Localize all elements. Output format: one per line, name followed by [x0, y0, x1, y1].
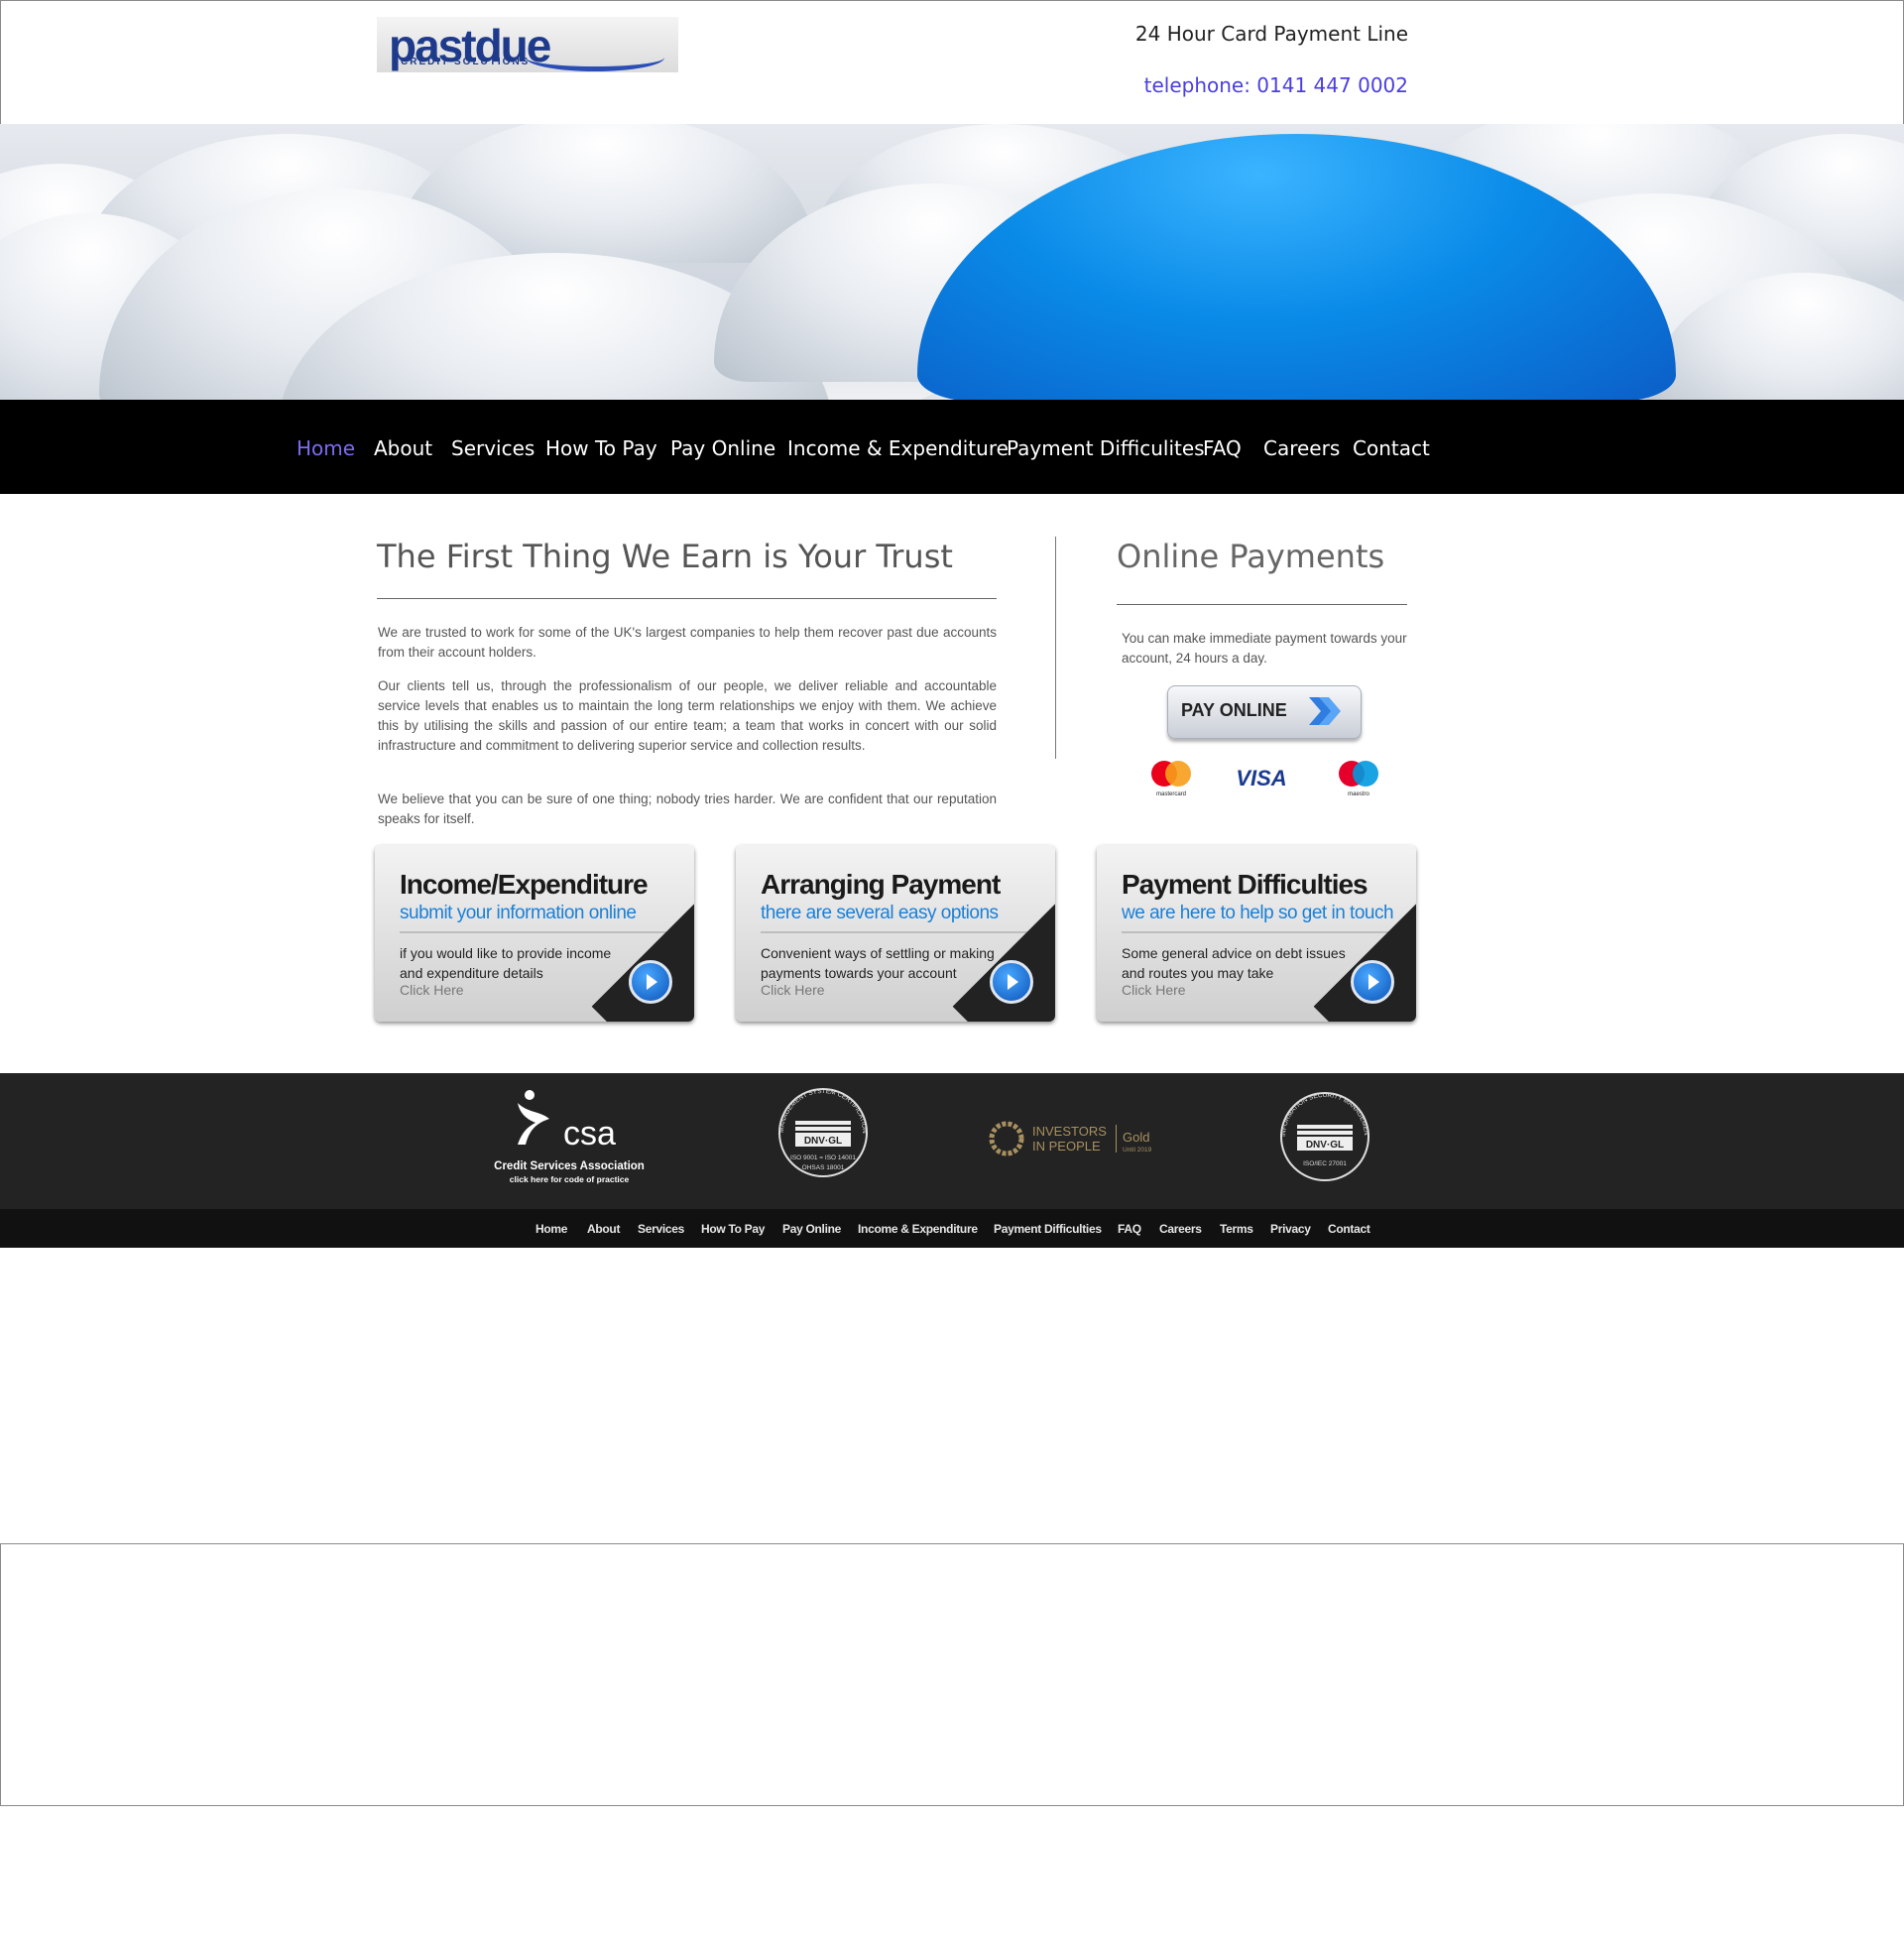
footer-link-how-to-pay[interactable]: How To Pay	[701, 1222, 765, 1236]
iip-line2: IN PEOPLE	[1032, 1139, 1101, 1154]
promo-title: Arranging Payment	[761, 869, 1001, 900]
nav-about[interactable]: About	[374, 436, 432, 460]
nav-services[interactable]: Services	[451, 436, 535, 460]
footer-link-payment-difficulties[interactable]: Payment Difficulties	[994, 1222, 1102, 1236]
nav-how-to-pay[interactable]: How To Pay	[545, 436, 657, 460]
promo-click-here[interactable]: Click Here	[400, 982, 464, 998]
promo-body: Convenient ways of settling or making pa…	[761, 945, 995, 981]
promo-arranging-payment[interactable]: Arranging Payment there are several easy…	[736, 845, 1055, 1022]
dnv-gl-wordmark: DNV·GL	[1306, 1140, 1344, 1151]
main-nav: Home About Services How To Pay Pay Onlin…	[0, 400, 1904, 494]
csa-name: Credit Services Association	[494, 1160, 645, 1172]
dnv-iso-line: ISO 9001 = ISO 14001	[790, 1154, 856, 1161]
promo-subtitle: there are several easy options	[761, 903, 999, 923]
footer-link-terms[interactable]: Terms	[1220, 1222, 1253, 1236]
csa-wordmark: csa	[563, 1115, 616, 1153]
footer-link-about[interactable]: About	[587, 1222, 620, 1236]
logo-swoosh	[526, 45, 664, 71]
footer-link-faq[interactable]: FAQ	[1118, 1222, 1141, 1236]
footer-link-income-expenditure[interactable]: Income & Expenditure	[858, 1222, 978, 1236]
promo-divider	[400, 931, 667, 933]
footer-link-services[interactable]: Services	[638, 1222, 684, 1236]
promo-divider	[1122, 931, 1389, 933]
footer-link-home[interactable]: Home	[536, 1222, 567, 1236]
intro-paragraph-2: Our clients tell us, through the profess…	[378, 678, 997, 753]
nav-careers[interactable]: Careers	[1263, 436, 1340, 460]
footer-links: Home About Services How To Pay Pay Onlin…	[0, 1209, 1904, 1248]
pay-online-button[interactable]: PAY ONLINE	[1167, 685, 1362, 739]
promo-click-here[interactable]: Click Here	[1122, 982, 1186, 998]
nav-pay-online[interactable]: Pay Online	[670, 436, 775, 460]
promo-divider	[761, 931, 1028, 933]
dnv-gl-wordmark: DNV·GL	[804, 1136, 842, 1147]
page-title: The First Thing We Earn is Your Trust	[377, 538, 953, 575]
intro-paragraph-1: We are trusted to work for some of the U…	[378, 625, 997, 660]
intro-paragraph-3: We believe that you can be sure of one t…	[378, 791, 997, 826]
dnv-gl-certification-badge: MANAGEMENT SYSTEM CERTIFICATION DNV·GL I…	[778, 1088, 868, 1177]
empty-content-frame	[0, 1543, 1904, 1806]
promo-title: Income/Expenditure	[400, 869, 649, 900]
dnv-iso27001-line: ISO/IEC 27001	[1303, 1160, 1347, 1167]
mastercard-wordmark: mastercard	[1156, 791, 1186, 797]
dnv-ohsas-line: OHSAS 18001	[802, 1164, 845, 1171]
nav-home[interactable]: Home	[297, 436, 355, 460]
maestro-logo: maestro	[1339, 761, 1378, 797]
promo-click-here[interactable]: Click Here	[761, 982, 825, 998]
footer-accreditations: csa Credit Services Association click he…	[0, 1073, 1904, 1209]
csa-logo[interactable]: csa Credit Services Association click he…	[488, 1089, 658, 1194]
iip-level: Gold	[1123, 1130, 1149, 1145]
footer-link-careers[interactable]: Careers	[1159, 1222, 1202, 1236]
play-arrow-icon[interactable]	[629, 960, 672, 1004]
online-payments-text: You can make immediate payment towards y…	[1122, 631, 1407, 666]
payment-line-label: 24 Hour Card Payment Line	[1134, 22, 1408, 46]
promo-subtitle: we are here to help so get in touch	[1122, 903, 1394, 923]
nav-income-expenditure[interactable]: Income & Expenditure	[787, 436, 1009, 460]
promo-title: Payment Difficulties	[1122, 869, 1368, 900]
promo-income-expenditure[interactable]: Income/Expenditure submit your informati…	[375, 845, 694, 1022]
site-header	[0, 0, 1904, 125]
promo-body: if you would like to provide income and …	[400, 945, 612, 981]
promo-body: Some general advice on debt issues and r…	[1122, 945, 1346, 981]
promo-payment-difficulties[interactable]: Payment Difficulties we are here to help…	[1097, 845, 1416, 1022]
visa-logo: VISA	[1236, 766, 1286, 790]
maestro-wordmark: maestro	[1348, 791, 1369, 797]
hero-banner-umbrellas	[0, 124, 1904, 400]
nav-faq[interactable]: FAQ	[1203, 436, 1242, 460]
play-arrow-icon[interactable]	[990, 960, 1033, 1004]
nav-payment-difficulties[interactable]: Payment Difficulites	[1007, 436, 1205, 460]
visa-wordmark: VISA	[1236, 766, 1286, 790]
iip-line1: INVESTORS	[1032, 1124, 1107, 1139]
pastdue-logo[interactable]: pastdue CREDIT SOLUTIONS	[377, 17, 678, 72]
nav-contact[interactable]: Contact	[1353, 436, 1430, 460]
column-divider	[1055, 537, 1056, 759]
csa-code-of-practice-link: click here for code of practice	[510, 1174, 630, 1184]
pay-online-label: PAY ONLINE	[1181, 700, 1287, 720]
footer-link-pay-online[interactable]: Pay Online	[782, 1222, 841, 1236]
footer-link-contact[interactable]: Contact	[1328, 1222, 1370, 1236]
mastercard-logo: mastercard	[1151, 761, 1191, 797]
logo-subtitle: CREDIT SOLUTIONS	[401, 57, 531, 67]
footer-link-privacy[interactable]: Privacy	[1270, 1222, 1311, 1236]
double-chevron-right-icon	[1309, 697, 1341, 725]
investors-in-people-badge: INVESTORS IN PEOPLE Gold Until 2019	[989, 1121, 1152, 1156]
svg-text:INFORMATION SECURITY MANAGEMEN: INFORMATION SECURITY MANAGEMENT SYSTEM	[1275, 1089, 1369, 1137]
play-arrow-icon[interactable]	[1351, 960, 1394, 1004]
dnv-gl-security-badge: INFORMATION SECURITY MANAGEMENT SYSTEM D…	[1275, 1089, 1369, 1181]
dnv-security-arc-text: INFORMATION SECURITY MANAGEMENT SYSTEM	[1275, 1089, 1369, 1137]
title-divider	[377, 598, 997, 599]
iip-until: Until 2019	[1123, 1147, 1152, 1154]
telephone-link[interactable]: telephone: 0141 447 0002	[1071, 73, 1408, 97]
online-payments-title: Online Payments	[1117, 538, 1385, 575]
promo-subtitle: submit your information online	[400, 903, 637, 923]
payments-divider	[1117, 604, 1407, 605]
